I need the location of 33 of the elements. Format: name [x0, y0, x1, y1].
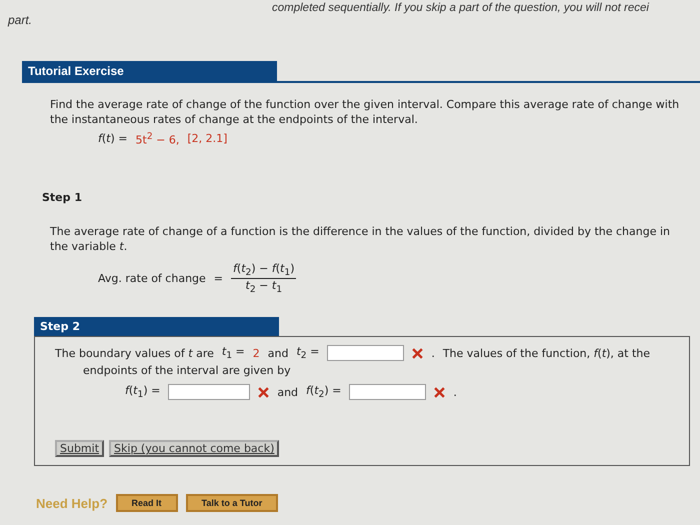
answer-field[interactable] — [168, 384, 250, 400]
and-text: and — [268, 346, 288, 360]
help-button[interactable]: Talk to a Tutor — [186, 494, 278, 512]
formula-label: Avg. rate of change — [98, 272, 206, 285]
section-header: Tutorial Exercise — [22, 61, 277, 81]
function-expression: 5t$^{2}$ − 6, — [136, 131, 180, 147]
problem-text: Find the average rate of change of the function over the given interval. Compare this average rate of change with the instantaneous rates of change at the endpoints of the interval. — [50, 97, 680, 127]
function-label: f(t$_{2}$) = — [306, 384, 342, 400]
variable-label: t$_{1}$ = — [222, 345, 245, 362]
question-text: endpoints of the interval are given by — [83, 364, 291, 378]
step-header: Step 2 — [34, 317, 279, 336]
explanation-text: The average rate of change of a function is the difference in the values of the function, divided by the change in the variable t. — [50, 224, 670, 253]
period-text: . — [431, 346, 435, 360]
help-label: Need Help? — [36, 496, 108, 511]
question-text: The values of the function, f(t), at the — [442, 346, 650, 360]
equals-sign: = — [214, 272, 224, 285]
interval-text: [2, 2.1] — [187, 132, 228, 146]
answer-field[interactable] — [327, 345, 404, 362]
help-button[interactable]: Read It — [116, 494, 178, 512]
step-title: Step 1 — [42, 190, 83, 204]
given-value: 2 — [252, 346, 260, 360]
answer-field[interactable] — [349, 384, 426, 400]
function-label: f(t) = — [98, 132, 128, 146]
function-label: f(t$_{1}$) = — [125, 384, 160, 400]
variable-label: t$_{2}$ = — [296, 345, 320, 362]
submit-button[interactable]: Submit — [55, 440, 104, 458]
instruction-text: completed sequentially. If you skip a part of the question, you will not recei — [272, 1, 649, 16]
skip-button[interactable]: Skip (you cannot come back) — [109, 440, 280, 458]
instruction-text: part. — [8, 13, 34, 27]
fraction: f(t$_{2}$) − f(t$_{1}$) t$_{2}$ − t$_{1}$ — [231, 262, 296, 296]
question-text: The boundary values of t are — [55, 346, 214, 360]
period-text: . — [453, 386, 457, 399]
and-text: and — [277, 386, 298, 399]
